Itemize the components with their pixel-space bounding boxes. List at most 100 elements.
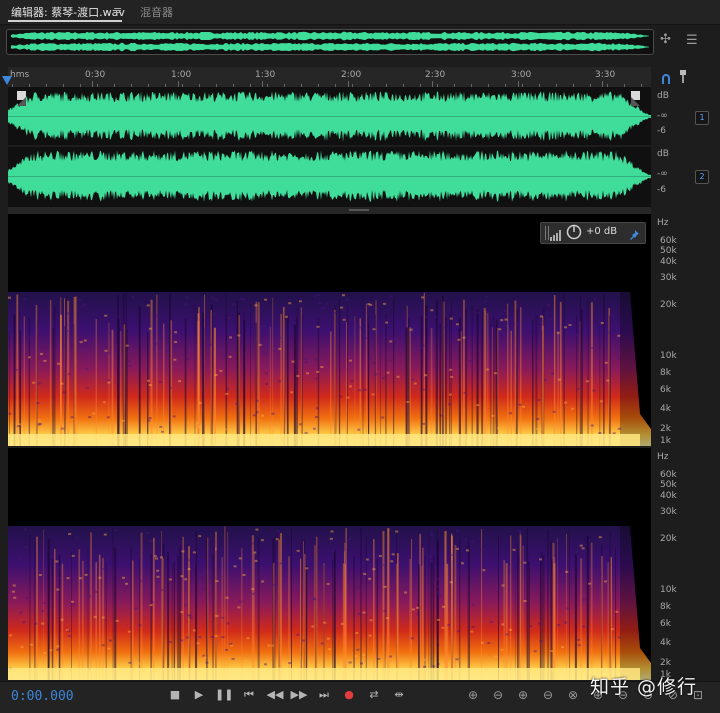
spectral-speck — [13, 596, 17, 599]
spectral-streak — [547, 530, 549, 680]
ruler-tick-label: 0:30 — [85, 70, 106, 80]
spectral-speck — [203, 319, 207, 322]
channel-2-badge[interactable]: 2 — [695, 170, 709, 184]
tab-active-indicator — [8, 20, 122, 22]
zoom-in-time-icon[interactable]: ⊕ — [518, 688, 528, 702]
spectral-streak — [272, 562, 275, 680]
to-end-icon[interactable]: ⏭ — [315, 688, 333, 702]
spectral-speck — [196, 642, 200, 645]
pause-icon[interactable]: ❚❚ — [215, 688, 233, 701]
panel-menu-icon[interactable]: ☰ — [686, 33, 698, 48]
fast-forward-icon[interactable]: ▶▶ — [290, 688, 308, 701]
spectral-streak — [380, 306, 381, 446]
tab-mixer[interactable]: 混音器 — [140, 4, 173, 20]
spectral-speck — [271, 412, 275, 415]
zoom-out-amplitude-icon[interactable]: ⊖ — [493, 688, 503, 702]
zoom-out-time-icon[interactable]: ⊖ — [543, 688, 553, 702]
spectral-speck — [149, 604, 153, 607]
spectral-speck — [416, 613, 420, 616]
ruler-minor-tick — [216, 84, 217, 87]
spectral-speck — [106, 379, 110, 382]
to-start-icon[interactable]: ⏮ — [240, 688, 258, 702]
spectral-speck — [372, 328, 376, 331]
hz-tick-label: 50k — [660, 246, 677, 256]
pin-icon[interactable] — [679, 69, 687, 83]
spectral-speck — [424, 374, 428, 377]
overview-wave-2 — [11, 42, 649, 52]
playhead-marker[interactable] — [2, 76, 12, 85]
spectral-speck — [598, 432, 602, 434]
spectral-speck — [322, 306, 326, 309]
hz-tick-label: 10k — [660, 351, 677, 361]
snap-icon[interactable] — [660, 70, 672, 84]
spectral-speck — [56, 588, 60, 591]
spectral-speck — [125, 344, 129, 347]
spectral-speck — [251, 542, 255, 545]
spectral-speck — [173, 558, 177, 561]
spectral-speck — [323, 621, 327, 624]
spectral-speck — [153, 555, 157, 558]
spectral-speck — [486, 368, 490, 371]
spectral-channel-1[interactable] — [8, 214, 651, 446]
spectral-streak — [53, 306, 56, 446]
spectral-speck — [471, 626, 475, 628]
hz-tick-label: 1k — [660, 436, 671, 446]
spectral-speck — [150, 601, 154, 604]
spectral-streak — [510, 535, 512, 680]
spectral-speck — [57, 362, 61, 365]
tab-editor[interactable]: 编辑器: 蔡琴-渡口.wav — [11, 4, 125, 20]
hz-tick-label: 2k — [660, 658, 671, 668]
spectral-speck — [202, 654, 206, 657]
spectral-speck — [364, 337, 368, 339]
overview-waveform[interactable] — [6, 29, 654, 55]
spectral-speck — [449, 581, 453, 584]
spectral-streak — [476, 309, 479, 446]
hz-tick-label: 4k — [660, 404, 671, 414]
scroll-zoom-icon[interactable]: ✣ — [660, 32, 671, 47]
fade-out-handle-icon[interactable] — [631, 91, 640, 106]
gain-knob-icon[interactable] — [566, 224, 582, 240]
spectral-speck — [503, 310, 507, 313]
spectral-streak — [435, 299, 438, 446]
spectral-speck — [260, 539, 264, 542]
spectral-speck — [271, 427, 275, 429]
skip-selection-icon[interactable]: ⇹ — [390, 688, 408, 701]
channel-1-badge[interactable]: 1 — [695, 111, 709, 125]
hud-pin-icon[interactable] — [628, 226, 640, 240]
waveform-channel-1[interactable] — [8, 88, 651, 145]
zoom-in-amplitude-icon[interactable]: ⊕ — [468, 688, 478, 702]
rewind-icon[interactable]: ◀◀ — [266, 688, 284, 701]
spectral-speck — [25, 597, 29, 600]
spectral-streak — [202, 312, 205, 446]
current-time-display[interactable]: 0:00.000 — [11, 689, 74, 704]
fade-in-handle-icon[interactable] — [17, 91, 26, 106]
spectral-speck — [342, 318, 346, 321]
ruler-tick-label: 2:00 — [341, 70, 362, 80]
spectral-speck — [358, 389, 361, 392]
splitter-grip[interactable] — [349, 209, 369, 211]
spectral-speck — [37, 382, 41, 385]
spectral-speck — [184, 603, 188, 606]
stop-icon[interactable]: ■ — [166, 688, 184, 701]
record-icon[interactable]: ● — [340, 688, 358, 701]
waveform-channel-2[interactable] — [8, 147, 651, 206]
spectral-streak — [492, 317, 495, 446]
spectral-speck — [71, 554, 75, 557]
spectral-channel-2[interactable] — [8, 448, 651, 680]
spectral-speck — [448, 403, 452, 406]
spectral-speck — [617, 357, 621, 360]
spectral-speck — [22, 298, 26, 301]
play-icon[interactable]: ▶ — [190, 688, 208, 701]
overview-waveform-graphic — [11, 31, 649, 52]
tab-menu-icon[interactable]: ≡ — [113, 4, 122, 17]
spectral-speck — [617, 334, 621, 337]
spectral-streak — [458, 317, 461, 446]
ruler-tick — [602, 81, 603, 87]
spectral-speck — [539, 558, 542, 561]
spectral-speck — [507, 569, 511, 572]
spectral-speck — [500, 319, 504, 322]
loop-icon[interactable]: ⇄ — [365, 688, 383, 701]
zoom-out-full-icon[interactable]: ⊗ — [568, 688, 578, 702]
spectral-streak — [224, 526, 226, 680]
ruler-tick — [92, 81, 93, 87]
